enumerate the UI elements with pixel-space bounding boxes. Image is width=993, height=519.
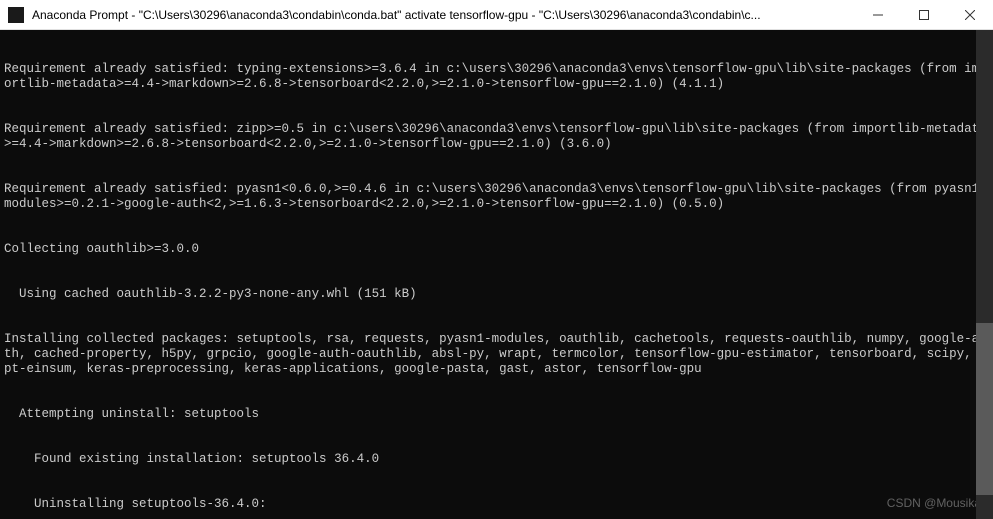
terminal-line: Installing collected packages: setuptool… — [4, 332, 989, 377]
terminal-line: Requirement already satisfied: typing-ex… — [4, 62, 989, 92]
terminal-line: Requirement already satisfied: zipp>=0.5… — [4, 122, 989, 152]
window-titlebar: Anaconda Prompt - "C:\Users\30296\anacon… — [0, 0, 993, 30]
window-title: Anaconda Prompt - "C:\Users\30296\anacon… — [32, 8, 855, 22]
minimize-icon — [873, 10, 883, 20]
terminal-line: Requirement already satisfied: pyasn1<0.… — [4, 182, 989, 212]
scrollbar-thumb[interactable] — [976, 323, 993, 494]
maximize-button[interactable] — [901, 0, 947, 29]
app-icon — [8, 7, 24, 23]
vertical-scrollbar[interactable] — [976, 30, 993, 519]
terminal-line: Using cached oauthlib-3.2.2-py3-none-any… — [4, 287, 989, 302]
window-controls — [855, 0, 993, 29]
maximize-icon — [919, 10, 929, 20]
terminal-line: Attempting uninstall: setuptools — [4, 407, 989, 422]
minimize-button[interactable] — [855, 0, 901, 29]
close-button[interactable] — [947, 0, 993, 29]
terminal-line: Uninstalling setuptools-36.4.0: — [4, 497, 989, 512]
terminal-line: Found existing installation: setuptools … — [4, 452, 989, 467]
close-icon — [965, 10, 975, 20]
terminal-output[interactable]: Requirement already satisfied: typing-ex… — [0, 30, 993, 519]
terminal-line: Collecting oauthlib>=3.0.0 — [4, 242, 989, 257]
